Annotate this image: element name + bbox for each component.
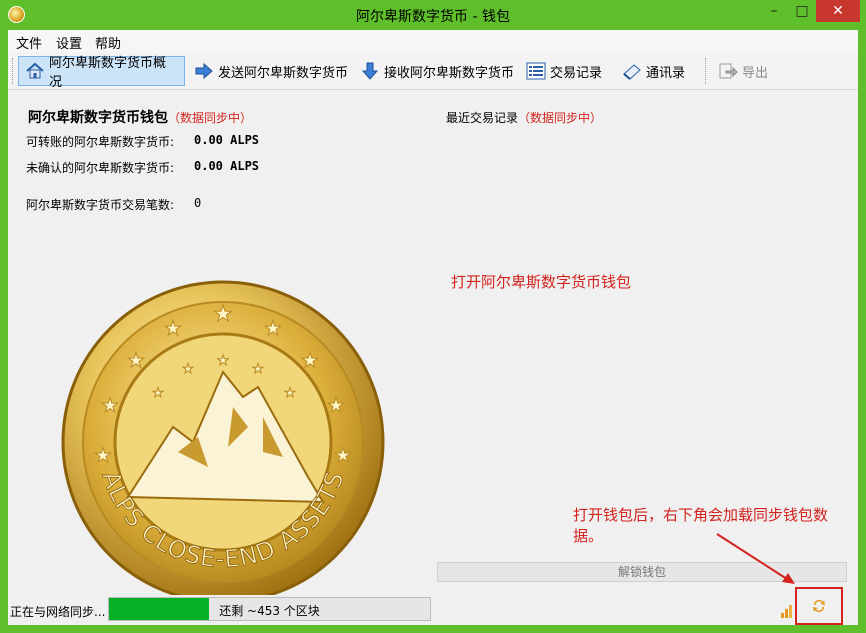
svg-text:★: ★: [127, 348, 145, 372]
transactions-button[interactable]: 交易记录: [520, 56, 608, 86]
overview-panel: 阿尔卑斯数字货币钱包（数据同步中） 可转账的阿尔卑斯数字货币: 0.00 ALP…: [8, 90, 858, 604]
signal-icon: [781, 605, 792, 618]
unconfirmed-balance-row: 未确认的阿尔卑斯数字货币: 0.00 ALPS: [26, 159, 259, 176]
svg-text:★: ★: [94, 443, 112, 467]
available-label: 可转账的阿尔卑斯数字货币:: [26, 135, 175, 149]
recent-transactions-heading: 最近交易记录（数据同步中）: [446, 109, 602, 126]
home-icon: [25, 61, 45, 81]
svg-text:★: ★: [252, 362, 264, 377]
send-arrow-icon: [194, 61, 214, 81]
svg-text:★: ★: [101, 393, 119, 417]
available-value: 0.00 ALPS: [194, 133, 260, 147]
minimize-button[interactable]: –: [760, 0, 788, 22]
wallet-sync-status: （数据同步中）: [168, 111, 253, 125]
txcount-label: 阿尔卑斯数字货币交易笔数:: [26, 198, 175, 212]
txcount-row: 阿尔卑斯数字货币交易笔数: 0: [26, 196, 201, 213]
export-button[interactable]: 导出: [712, 56, 774, 86]
svg-text:★: ★: [182, 362, 194, 377]
sync-indicator-highlight: [795, 587, 843, 625]
export-label: 导出: [742, 65, 769, 81]
toolbar: 阿尔卑斯数字货币概况 发送阿尔卑斯数字货币 接收阿尔卑斯数字货币 交易记录 通讯…: [8, 52, 858, 90]
menu-file[interactable]: 文件: [16, 33, 42, 52]
toolbar-grip[interactable]: [12, 58, 15, 84]
receive-arrow-icon: [360, 61, 380, 81]
export-icon: [718, 61, 738, 81]
addressbook-button[interactable]: 通讯录: [616, 56, 691, 86]
transactions-label: 交易记录: [550, 65, 603, 81]
svg-text:★: ★: [217, 353, 230, 369]
recent-sync-status: （数据同步中）: [518, 111, 603, 125]
open-wallet-note: 打开阿尔卑斯数字货币钱包: [451, 273, 632, 291]
window-title: 阿尔卑斯数字货币 - 钱包: [356, 9, 510, 25]
menu-help[interactable]: 帮助: [95, 33, 121, 52]
receive-button[interactable]: 接收阿尔卑斯数字货币: [354, 56, 520, 86]
overview-label: 阿尔卑斯数字货币概况: [49, 56, 167, 90]
status-bar: 正在与网络同步... 还剩 ~453 个区块: [8, 587, 858, 625]
sync-progress-bar: 还剩 ~453 个区块: [108, 597, 431, 621]
sync-progress-text: 还剩 ~453 个区块: [219, 604, 320, 618]
alps-coin-logo: ★ ★ ★ ★ ★ ★ ★ ★ ★ ★ ★ ★ ★ ★ ALPS CLOSE-E…: [61, 280, 385, 604]
app-window: 阿尔卑斯数字货币 - 钱包 – □ ✕ 文件 设置 帮助 阿尔卑斯数字货币概况 …: [0, 0, 866, 633]
available-balance-row: 可转账的阿尔卑斯数字货币: 0.00 ALPS: [26, 133, 259, 150]
overview-button[interactable]: 阿尔卑斯数字货币概况: [18, 56, 185, 90]
recent-label: 最近交易记录: [446, 111, 519, 125]
send-button[interactable]: 发送阿尔卑斯数字货币: [188, 56, 354, 86]
send-label: 发送阿尔卑斯数字货币: [218, 65, 349, 81]
svg-text:★: ★: [284, 386, 296, 401]
svg-text:★: ★: [213, 302, 233, 327]
list-icon: [526, 61, 546, 81]
maximize-button[interactable]: □: [788, 0, 816, 22]
title-bar: 阿尔卑斯数字货币 - 钱包 – □ ✕: [0, 0, 866, 30]
unconfirmed-value: 0.00 ALPS: [194, 159, 260, 173]
svg-text:★: ★: [334, 443, 352, 467]
toolbar-separator: [705, 58, 706, 84]
after-open-note: 打开钱包后，右下角会加载同步钱包数据。: [573, 506, 829, 545]
svg-text:★: ★: [301, 348, 319, 372]
svg-text:★: ★: [327, 393, 345, 417]
menu-bar: 文件 设置 帮助: [8, 30, 858, 52]
menu-settings[interactable]: 设置: [56, 33, 82, 52]
wallet-heading: 阿尔卑斯数字货币钱包（数据同步中）: [28, 107, 252, 127]
svg-text:★: ★: [264, 316, 282, 340]
receive-label: 接收阿尔卑斯数字货币: [384, 65, 515, 81]
addressbook-label: 通讯录: [646, 65, 686, 81]
txcount-value: 0: [194, 196, 202, 210]
unlock-wallet-button[interactable]: 解锁钱包: [437, 562, 847, 582]
sync-status-text: 正在与网络同步...: [10, 605, 106, 619]
client-area: 文件 设置 帮助 阿尔卑斯数字货币概况 发送阿尔卑斯数字货币 接收阿尔卑斯数字货…: [8, 30, 858, 625]
svg-text:★: ★: [152, 386, 164, 401]
sync-icon[interactable]: [811, 598, 827, 614]
close-button[interactable]: ✕: [816, 0, 860, 22]
svg-text:★: ★: [164, 316, 182, 340]
addressbook-icon: [622, 61, 642, 81]
wallet-title: 阿尔卑斯数字货币钱包: [28, 110, 168, 126]
unconfirmed-label: 未确认的阿尔卑斯数字货币:: [26, 161, 175, 175]
